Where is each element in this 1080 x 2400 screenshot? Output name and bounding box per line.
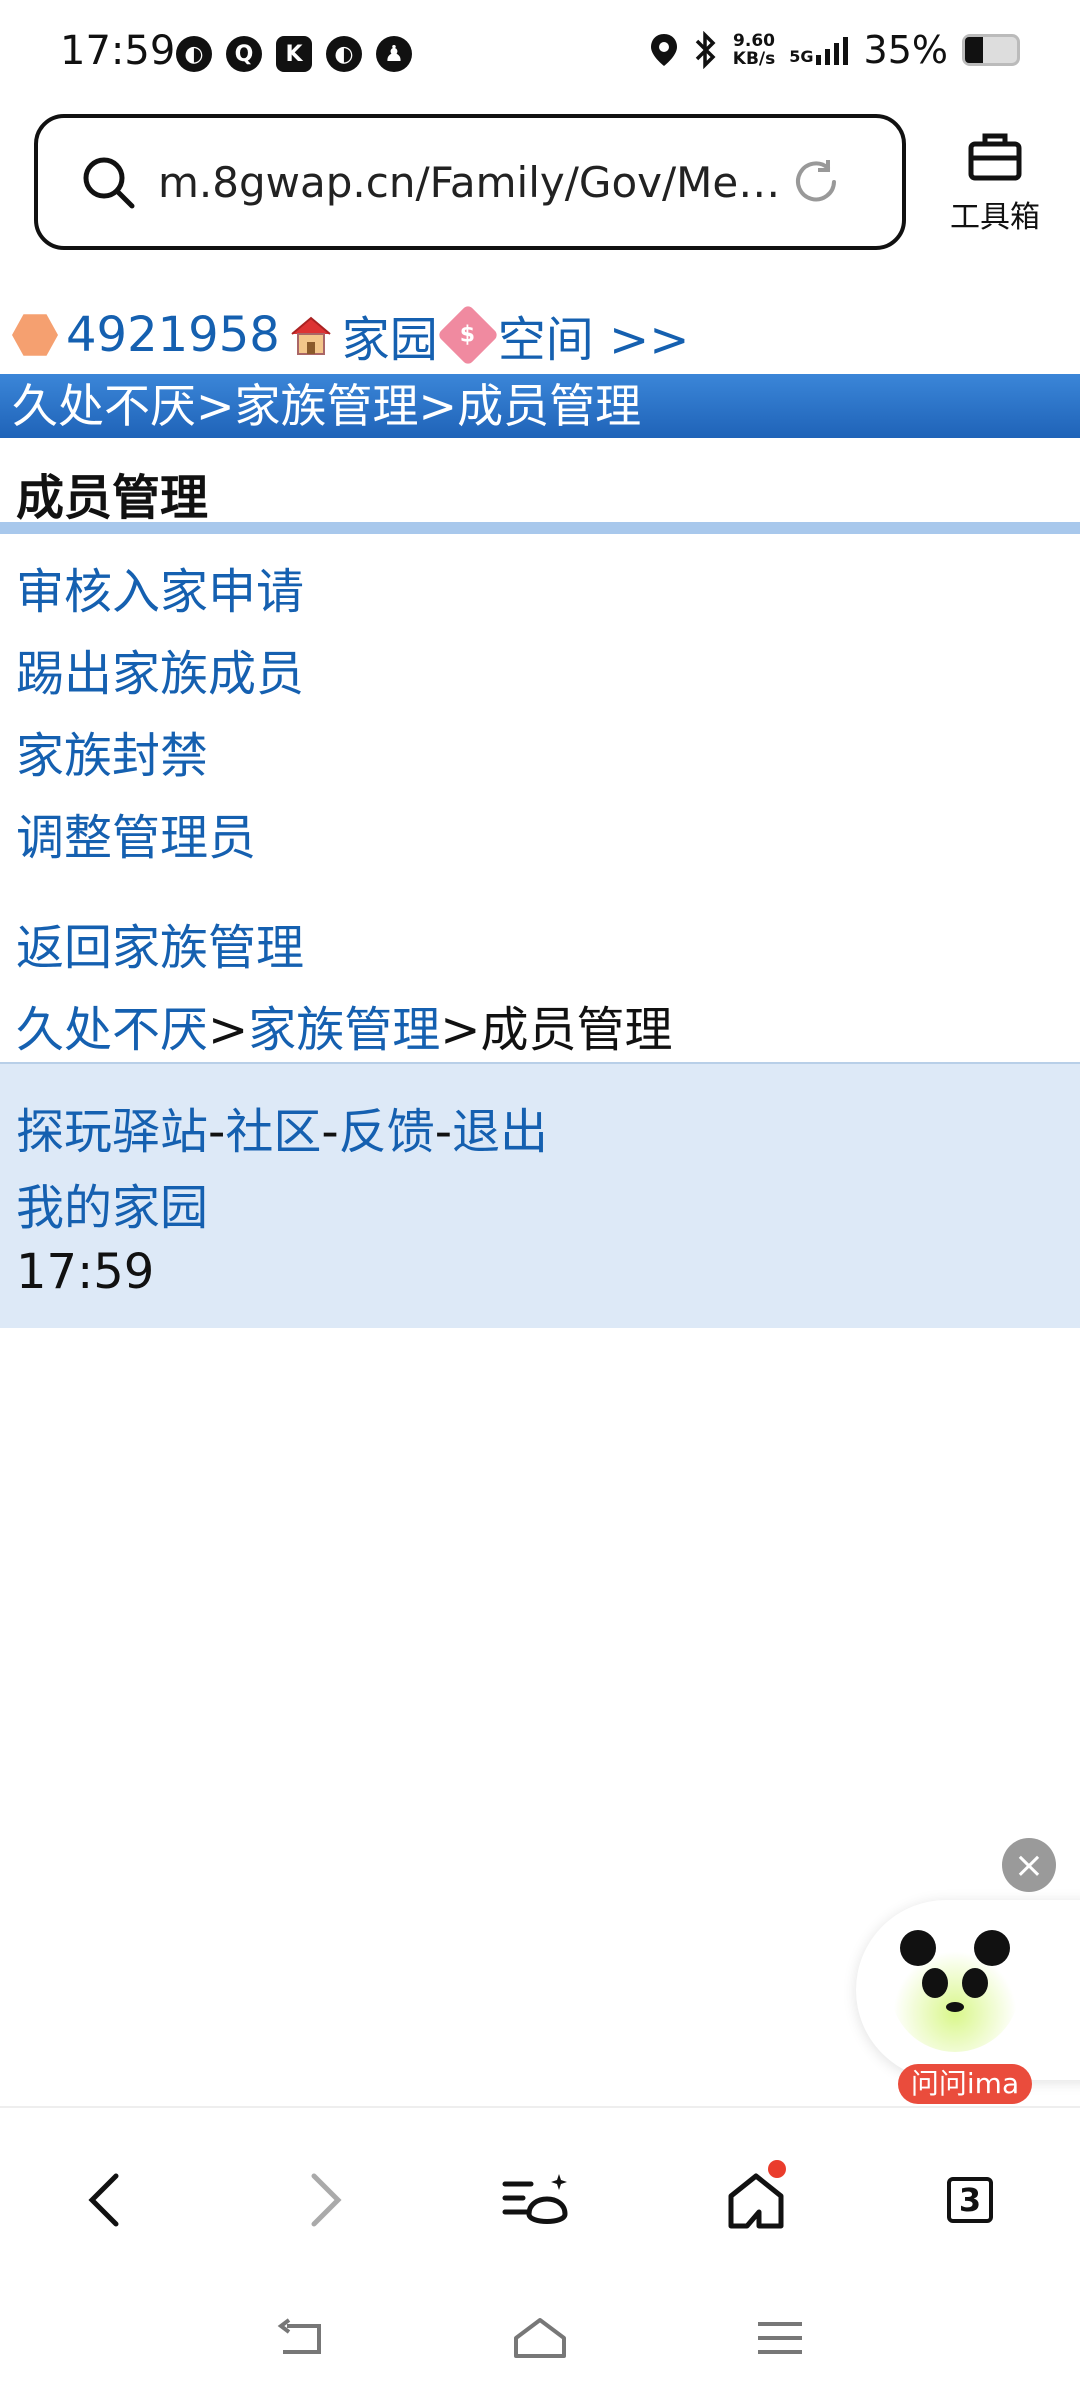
assistant-icon	[502, 2174, 568, 2224]
battery-icon	[962, 34, 1020, 66]
panda-nose	[946, 2002, 964, 2012]
browser-icon: ◐	[176, 36, 212, 72]
home-button[interactable]	[716, 2160, 796, 2240]
bluetooth-icon	[695, 31, 716, 69]
speed-unit: KB/s	[732, 49, 776, 69]
panda-eye	[922, 1968, 948, 1998]
notification-icons: ◐ Q K ◐ ♟	[176, 36, 412, 72]
q-app-icon: Q	[226, 36, 262, 72]
page-heading: 成员管理	[16, 470, 209, 526]
panda-ear	[900, 1930, 936, 1966]
status-right: 9.60 KB/s 5G 35%	[649, 28, 1020, 72]
close-icon[interactable]: ×	[1002, 1838, 1056, 1892]
page-footer: 探玩驿站-社区-反馈-退出 我的家园 17:59	[0, 1062, 1080, 1328]
menu-family-ban[interactable]: 家族封禁	[16, 716, 208, 786]
chevron-left-icon	[88, 2173, 119, 2227]
browser-icon: ◐	[326, 36, 362, 72]
battery-percent: 35%	[863, 28, 948, 72]
level-icon	[12, 314, 58, 356]
breadcrumb-sep: >	[208, 1002, 249, 1058]
system-menu-icon	[758, 2322, 802, 2354]
home-link[interactable]: 家园	[342, 300, 438, 370]
system-home-icon	[514, 2318, 566, 2358]
signal-indicator: 5G	[789, 35, 849, 65]
panda-ear	[974, 1930, 1010, 1966]
signal-icon	[815, 37, 848, 65]
notification-dot	[768, 2160, 786, 2178]
panda-icon[interactable]	[890, 1922, 1020, 2052]
footer-link-community[interactable]: 社区	[225, 1104, 321, 1160]
toolbox-label: 工具箱	[950, 200, 1040, 235]
footer-link-logout[interactable]: 退出	[452, 1104, 548, 1160]
menu-review-applications[interactable]: 审核入家申请	[16, 552, 304, 622]
qq-icon: ♟	[376, 36, 412, 72]
page-title-bar: 久处不厌>家族管理>成员管理	[0, 374, 1080, 438]
search-icon	[83, 157, 135, 209]
system-back-icon	[277, 2318, 321, 2354]
footer-sep: -	[208, 1104, 226, 1160]
space-link[interactable]: 空间 >>	[498, 300, 690, 370]
menu-adjust-admin[interactable]: 调整管理员	[16, 798, 256, 868]
ai-assistant-button[interactable]	[498, 2160, 578, 2240]
forward-button[interactable]	[286, 2160, 366, 2240]
footer-sep: -	[321, 1104, 339, 1160]
speed-value: 9.60	[733, 31, 775, 51]
footer-link-explore[interactable]: 探玩驿站	[16, 1104, 208, 1160]
assistant-label[interactable]: 问问ima	[898, 2064, 1032, 2104]
k-app-icon: K	[276, 36, 312, 72]
location-icon	[650, 34, 677, 66]
system-home-button[interactable]	[510, 2308, 570, 2368]
footer-link-feedback[interactable]: 反馈	[339, 1104, 435, 1160]
panda-eye	[962, 1968, 988, 1998]
menu-kick-member[interactable]: 踢出家族成员	[16, 634, 304, 704]
system-menu-button[interactable]	[750, 2308, 810, 2368]
space-icon: $	[436, 303, 499, 367]
divider	[0, 522, 1080, 534]
back-button[interactable]	[64, 2160, 144, 2240]
user-topline: 4921958 家园 $ 空间 >>	[12, 300, 690, 370]
breadcrumb-family[interactable]: 久处不厌	[16, 1002, 208, 1058]
back-to-family-manage-link[interactable]: 返回家族管理	[16, 908, 304, 978]
breadcrumb: 久处不厌>家族管理>成员管理	[16, 990, 672, 1060]
toolbox-button[interactable]: 工具箱	[940, 128, 1050, 236]
footer-sep: -	[434, 1104, 453, 1160]
reload-icon[interactable]	[788, 154, 844, 210]
system-back-button[interactable]	[270, 2308, 330, 2368]
status-time: 17:59	[60, 28, 176, 74]
chevron-right-icon	[311, 2173, 342, 2227]
toolbox-icon	[968, 133, 1022, 181]
footer-links: 探玩驿站-社区-反馈-退出	[16, 1092, 548, 1162]
tabs-button[interactable]: 3	[930, 2160, 1010, 2240]
breadcrumb-current: 成员管理	[480, 1002, 673, 1058]
breadcrumb-sep: >	[440, 1002, 481, 1058]
footer-time: 17:59	[16, 1244, 155, 1300]
user-id-link[interactable]: 4921958	[66, 307, 280, 363]
network-speed: 9.60 KB/s	[733, 32, 775, 68]
address-bar[interactable]: m.8gwap.cn/Family/Gov/Me…	[34, 114, 906, 250]
tab-count: 3	[947, 2177, 993, 2223]
house-icon	[291, 316, 331, 355]
url-text[interactable]: m.8gwap.cn/Family/Gov/Me…	[158, 158, 778, 207]
breadcrumb-manage[interactable]: 家族管理	[248, 1002, 440, 1058]
network-type: 5G	[789, 47, 814, 66]
footer-my-home-link[interactable]: 我的家园	[16, 1168, 208, 1238]
